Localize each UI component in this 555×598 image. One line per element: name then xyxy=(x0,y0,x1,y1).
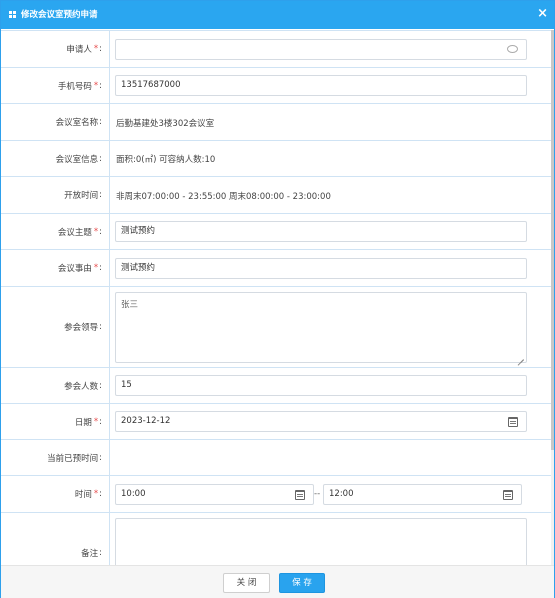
phone-input[interactable]: 13517687000 xyxy=(115,75,527,96)
row-booked-times: 当前已预时间: xyxy=(1,439,554,475)
time-separator: -- xyxy=(314,489,321,499)
remark-label: 备注: xyxy=(81,547,102,559)
open-time-value: 非周末07:00:00 - 23:55:00 周末08:00:00 - 23:0… xyxy=(116,192,331,202)
resize-grip-icon[interactable] xyxy=(518,354,524,360)
attendees-label: 参会人数: xyxy=(64,380,102,392)
row-room-info: 会议室信息: 面积:0(㎡) 可容纳人数:10 xyxy=(1,140,554,176)
dialog-footer: 关 闭 保 存 xyxy=(1,565,554,598)
booked-times-label: 当前已预时间: xyxy=(47,452,102,464)
calendar-icon[interactable] xyxy=(503,490,513,500)
applicant-input[interactable] xyxy=(115,39,527,60)
row-time: 时间 *: 10:00 -- 12:00 xyxy=(1,475,554,512)
row-room-name: 会议室名称: 后勤基建处3楼302会议室 xyxy=(1,103,554,140)
room-name-label: 会议室名称: xyxy=(55,117,102,128)
row-open-time: 开放时间: 非周末07:00:00 - 23:55:00 周末08:00:00 … xyxy=(1,176,554,213)
calendar-icon[interactable] xyxy=(508,417,518,427)
row-attendees: 参会人数: 15 xyxy=(1,367,554,403)
dialog-titlebar: 修改会议室预约申请 × xyxy=(1,1,554,29)
row-topic: 会议主题 *: 测试预约 xyxy=(1,213,554,249)
row-applicant: 申请人 *: xyxy=(1,30,554,67)
room-info-value: 面积:0(㎡) 可容纳人数:10 xyxy=(116,155,216,165)
applicant-label: 申请人 *: xyxy=(66,44,102,55)
topic-input[interactable]: 测试预约 xyxy=(115,221,527,242)
start-time-input[interactable]: 10:00 xyxy=(115,484,314,505)
booking-form: 申请人 *: 手机号码 *: 13517687000 会议室名称: 后勤基建处3楼3… xyxy=(1,30,554,565)
close-button[interactable]: 关 闭 xyxy=(223,573,270,593)
row-date: 日期 *: 2023-12-12 xyxy=(1,403,554,439)
room-name-value: 后勤基建处3楼302会议室 xyxy=(116,119,215,129)
scrollbar-thumb[interactable] xyxy=(551,30,554,450)
row-reason: 会议事由 *: 测试预约 xyxy=(1,249,554,286)
row-phone: 手机号码 *: 13517687000 xyxy=(1,67,554,103)
date-label: 日期 *: xyxy=(74,416,102,428)
reason-label: 会议事由 *: xyxy=(57,263,102,274)
close-icon[interactable]: × xyxy=(537,6,548,22)
end-time-input[interactable]: 12:00 xyxy=(323,484,522,505)
attendees-input[interactable]: 15 xyxy=(115,375,527,396)
room-info-label: 会议室信息: xyxy=(55,153,102,165)
remark-textarea[interactable] xyxy=(115,518,527,565)
save-button[interactable]: 保 存 xyxy=(279,573,325,593)
topic-label: 会议主题 *: xyxy=(57,226,102,238)
phone-label: 手机号码 *: xyxy=(57,80,102,92)
chat-bubble-icon[interactable] xyxy=(507,45,518,53)
calendar-icon[interactable] xyxy=(295,490,305,500)
open-time-label: 开放时间: xyxy=(64,190,102,201)
dialog-title: 修改会议室预约申请 xyxy=(21,10,98,20)
leader-textarea[interactable]: 张三 xyxy=(115,292,527,363)
grid-icon xyxy=(9,11,17,19)
row-leader: 参会领导: 张三 xyxy=(1,286,554,367)
reason-input[interactable]: 测试预约 xyxy=(115,258,527,279)
leader-label: 参会领导: xyxy=(64,322,102,333)
time-label: 时间 *: xyxy=(74,489,102,500)
row-remark: 备注: xyxy=(1,512,554,565)
date-input[interactable]: 2023-12-12 xyxy=(115,411,527,432)
dialog-window: 修改会议室预约申请 × 申请人 *: 手机号码 *: 13517687000 会… xyxy=(0,0,555,598)
